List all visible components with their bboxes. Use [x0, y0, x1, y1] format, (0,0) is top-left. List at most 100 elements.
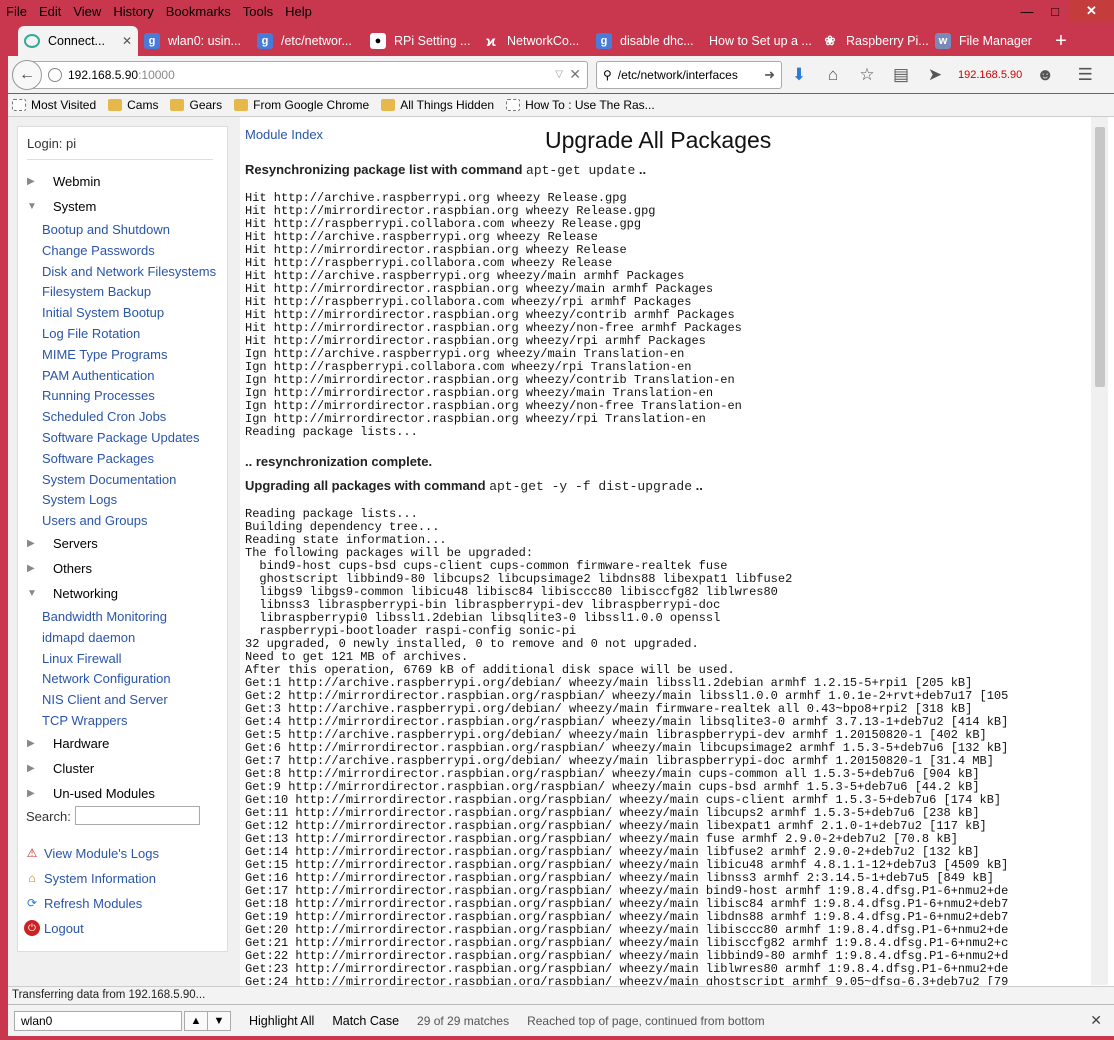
globe-icon [48, 67, 62, 82]
search-input[interactable]: ⚲ /etc/network/interfaces ➜ [596, 60, 782, 89]
find-previous-button[interactable]: ▲ [184, 1010, 208, 1031]
sidebar-item-scheduled-cron-jobs[interactable]: Scheduled Cron Jobs [42, 409, 166, 424]
sidebar-item-system-documentation[interactable]: System Documentation [42, 472, 176, 487]
tab-label: /etc/networ... [281, 34, 352, 48]
chat-icon[interactable]: ☻ [1028, 61, 1062, 89]
sidebar-item-filesystem-backup[interactable]: Filesystem Backup [42, 284, 151, 299]
category-servers[interactable]: ▶ Servers [27, 536, 98, 551]
tab-etc-network[interactable]: g /etc/networ... [251, 26, 364, 56]
menu-history[interactable]: History [113, 4, 153, 19]
menu-edit[interactable]: Edit [39, 4, 61, 19]
bookmark-all-things-hidden[interactable]: All Things Hidden [381, 98, 494, 112]
sidebar-item-linux-firewall[interactable]: Linux Firewall [42, 651, 121, 666]
house-icon: ⌂ [28, 871, 36, 885]
sidebar-item-software-packages[interactable]: Software Packages [42, 451, 154, 466]
find-input[interactable]: wlan0 [14, 1010, 182, 1031]
sidebar-item-network-configuration[interactable]: Network Configuration [42, 671, 171, 686]
bookmark-gears[interactable]: Gears [170, 98, 222, 112]
resync-complete: .. resynchronization complete. [245, 454, 433, 469]
category-system[interactable]: ▼ System [27, 199, 96, 214]
category-others[interactable]: ▶ Others [27, 561, 92, 576]
bookmark-how-to[interactable]: How To : Use The Ras... [506, 98, 655, 112]
menu-help[interactable]: Help [285, 4, 312, 19]
search-go-icon[interactable]: ➜ [764, 67, 775, 83]
refresh-modules-link[interactable]: ⟳ Refresh Modules [24, 895, 142, 911]
logout-link[interactable]: ⏻ Logout [24, 920, 84, 936]
vertical-scrollbar[interactable] [1091, 117, 1108, 985]
tab-disable-dhcp[interactable]: g disable dhc... [590, 26, 703, 56]
bookmark-cams[interactable]: Cams [108, 98, 158, 112]
url-bar[interactable]: ← 192.168.5.90:10000 ▽ ✕ [12, 59, 588, 90]
sidebar-item-software-package-updates[interactable]: Software Package Updates [42, 430, 200, 445]
ip-indicator[interactable]: 192.168.5.90 [958, 69, 1022, 81]
sidebar-item-bandwidth-monitoring[interactable]: Bandwidth Monitoring [42, 609, 167, 624]
page-icon [506, 99, 521, 111]
menu-bar: File Edit View History Bookmarks Tools H… [0, 0, 1114, 22]
category-cluster[interactable]: ▶ Cluster [27, 761, 94, 776]
sidebar-item-nis-client-and-server[interactable]: NIS Client and Server [42, 692, 168, 707]
module-search-input[interactable] [75, 806, 200, 825]
category-hardware[interactable]: ▶ Hardware [27, 736, 109, 751]
bookmark-most-visited[interactable]: Most Visited [12, 98, 96, 112]
bookmark-from-google-chrome[interactable]: From Google Chrome [234, 98, 369, 112]
divider [27, 159, 213, 160]
module-index-link[interactable]: Module Index [245, 127, 323, 142]
sidebar-item-idmapd-daemon[interactable]: idmapd daemon [42, 630, 135, 645]
tab-file-manager[interactable]: w File Manager [929, 26, 1042, 56]
close-find-bar-icon[interactable]: ✕ [1090, 1012, 1102, 1029]
sidebar-item-system-logs[interactable]: System Logs [42, 492, 117, 507]
minimize-button[interactable]: — [1013, 0, 1041, 22]
tab-label: File Manager [959, 34, 1032, 48]
sidebar-item-tcp-wrappers[interactable]: TCP Wrappers [42, 713, 128, 728]
page-content: Login: pi ▶ Webmin ▼ System Bootup and Shu… [8, 116, 1114, 987]
tab-rpi-setting[interactable]: ● RPi Setting ... [364, 26, 477, 56]
tab-connect[interactable]: Connect... ✕ [18, 26, 138, 56]
tab-networkco[interactable]: ϰ NetworkCo... [477, 26, 590, 56]
maximize-button[interactable]: □ [1041, 0, 1069, 22]
category-webmin[interactable]: ▶ Webmin [27, 174, 100, 189]
reading-list-icon[interactable]: ▤ [884, 61, 918, 89]
menu-tools[interactable]: Tools [243, 4, 273, 19]
expand-arrow-icon: ▶ [27, 563, 35, 574]
sidebar-item-running-processes[interactable]: Running Processes [42, 388, 155, 403]
tab-raspberry-pi[interactable]: ❀ Raspberry Pi... [816, 26, 929, 56]
url-text: 192.168.5.90:10000 [68, 67, 175, 82]
tab-label: NetworkCo... [507, 34, 580, 48]
send-icon[interactable]: ➤ [918, 61, 952, 89]
scrollbar-thumb[interactable] [1095, 127, 1105, 387]
hamburger-menu-icon[interactable]: ☰ [1068, 61, 1102, 89]
close-window-button[interactable]: ✕ [1069, 0, 1114, 22]
menu-file[interactable]: File [6, 4, 27, 19]
linux-penguin-icon: ● [370, 33, 386, 49]
resync-output: Hit http://archive.raspberrypi.org wheez… [245, 191, 742, 439]
find-next-button[interactable]: ▼ [207, 1010, 231, 1031]
system-information-link[interactable]: ⌂ System Information [24, 870, 156, 886]
menu-view[interactable]: View [73, 4, 101, 19]
sidebar-item-change-passwords[interactable]: Change Passwords [42, 243, 155, 258]
stop-icon[interactable]: ✕ [569, 66, 581, 83]
tab-wlan0[interactable]: g wlan0: usin... [138, 26, 251, 56]
new-tab-button[interactable]: + [1046, 26, 1076, 56]
highlight-all-button[interactable]: Highlight All [249, 1014, 314, 1028]
sidebar-item-users-and-groups[interactable]: Users and Groups [42, 513, 148, 528]
tab-label: How to Set up a ... [709, 34, 812, 48]
home-icon[interactable]: ⌂ [816, 61, 850, 89]
match-case-button[interactable]: Match Case [332, 1014, 399, 1028]
tab-how-to-setup[interactable]: How to Set up a ... [703, 26, 816, 56]
close-tab-icon[interactable]: ✕ [122, 34, 132, 48]
sidebar-item-mime-type-programs[interactable]: MIME Type Programs [42, 347, 167, 362]
url-dropdown-icon[interactable]: ▽ [555, 69, 563, 80]
category-unused-modules[interactable]: ▶ Un-used Modules [27, 786, 155, 801]
sidebar-item-disk-and-network-filesystems[interactable]: Disk and Network Filesystems [42, 264, 216, 279]
category-networking[interactable]: ▼ Networking [27, 586, 118, 601]
downloads-icon[interactable]: ⬇ [782, 61, 816, 89]
bookmark-star-icon[interactable]: ☆ [850, 61, 884, 89]
view-module-logs-link[interactable]: ⚠ View Module's Logs [24, 845, 159, 861]
back-button[interactable]: ← [12, 59, 42, 90]
sidebar-item-initial-system-bootup[interactable]: Initial System Bootup [42, 305, 164, 320]
sidebar-item-bootup-and-shutdown[interactable]: Bootup and Shutdown [42, 222, 170, 237]
sidebar-item-pam-authentication[interactable]: PAM Authentication [42, 368, 155, 383]
sidebar-item-log-file-rotation[interactable]: Log File Rotation [42, 326, 140, 341]
expand-arrow-icon: ▶ [27, 176, 35, 187]
menu-bookmarks[interactable]: Bookmarks [166, 4, 231, 19]
